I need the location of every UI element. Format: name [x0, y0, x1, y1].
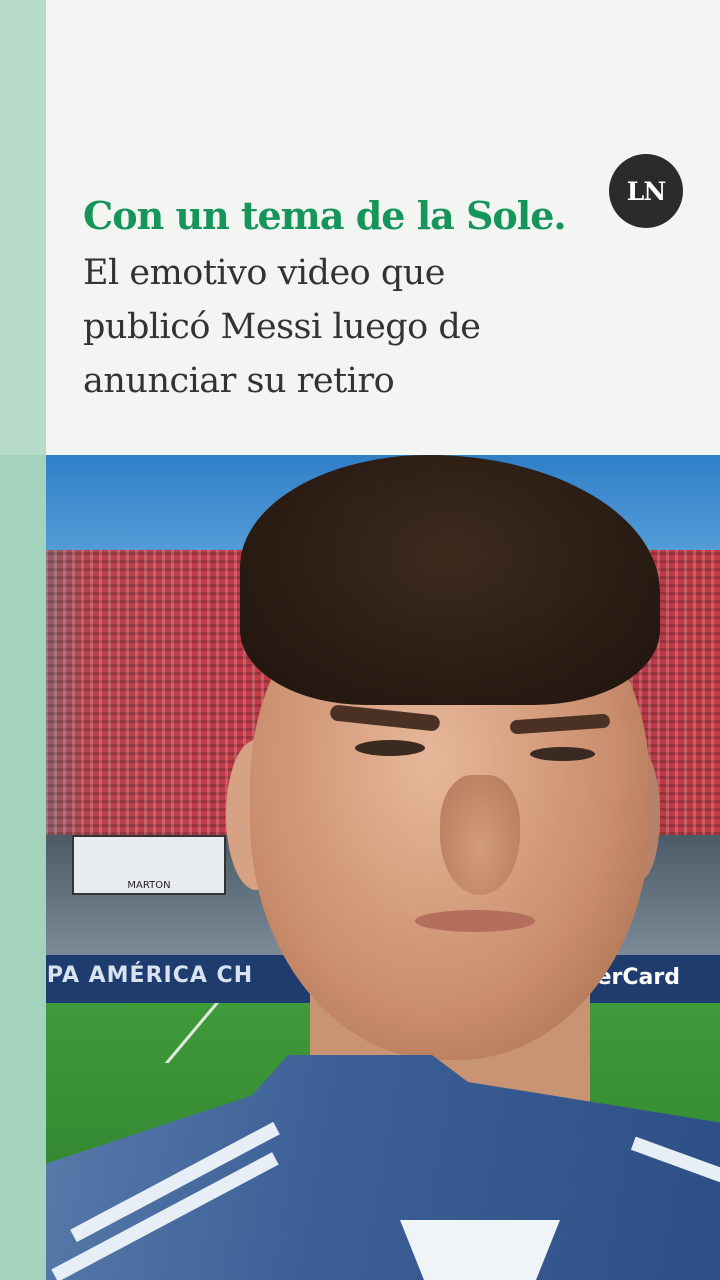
left-eye [355, 740, 425, 756]
ln-logo[interactable]: LN [609, 154, 683, 228]
right-eye [530, 747, 595, 761]
player-portrait [0, 455, 720, 1280]
accent-bar-overlay [0, 455, 46, 1280]
subhead-line: El emotivo video que [83, 253, 446, 293]
headline: Con un tema de la Sole. [83, 193, 567, 238]
story-photo[interactable]: MARTON COPA AMÉRICA CH erCard [0, 455, 720, 1280]
hair [240, 455, 660, 705]
subhead-line: publicó Messi luego de [83, 307, 481, 347]
shirt-collar [400, 1220, 560, 1280]
mouth [415, 910, 535, 932]
story-header: Con un tema de la Sole. El emotivo video… [0, 0, 720, 455]
subhead-line: anunciar su retiro [83, 361, 395, 401]
nose [440, 775, 520, 895]
subheadline: El emotivo video que publicó Messi luego… [83, 246, 643, 408]
